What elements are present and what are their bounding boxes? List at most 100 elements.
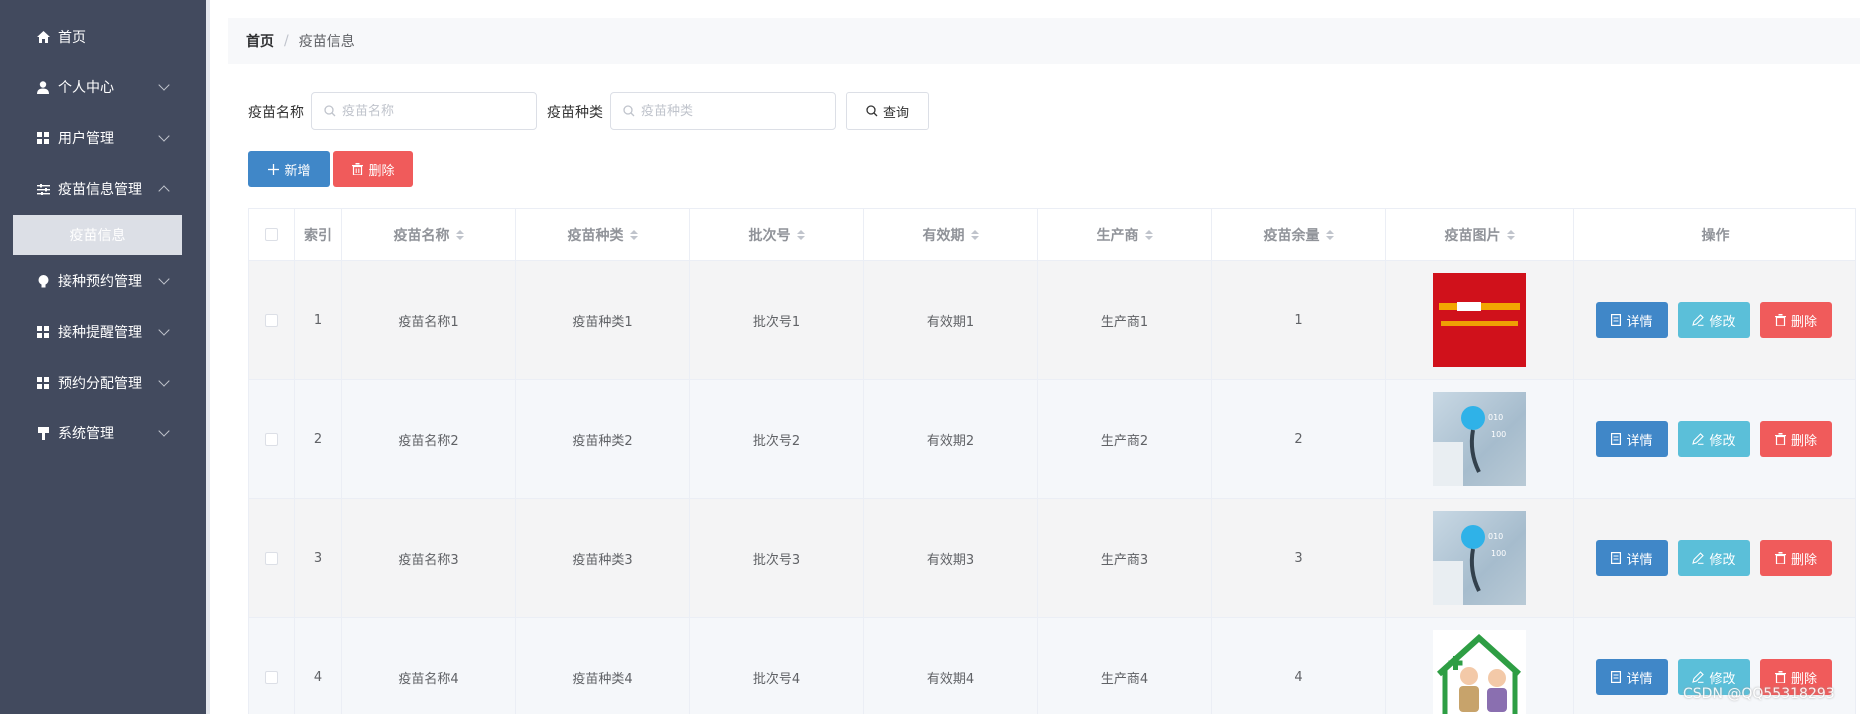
vaccine-name-field[interactable]	[311, 92, 537, 130]
sidebar-item-system-management[interactable]: 系统管理	[0, 408, 206, 458]
edit-icon	[1692, 433, 1705, 445]
cell-vaccine-type: 疫苗种类4	[516, 618, 690, 714]
delete-button[interactable]: 删除	[1760, 421, 1832, 457]
header-batch[interactable]: 批次号	[690, 209, 864, 260]
svg-text:010: 010	[1488, 413, 1503, 422]
chevron-down-icon	[158, 130, 170, 142]
detail-button-label: 详情	[1626, 433, 1653, 449]
sidebar-subitem-vaccine-info[interactable]: 疫苗信息	[13, 215, 182, 255]
search-icon	[324, 105, 336, 117]
header-image[interactable]: 疫苗图片	[1386, 209, 1574, 260]
sidebar: 首页 个人中心 用户管理 疫苗信息管理 疫苗信息 接种预约管理 接种提醒管理 预…	[0, 0, 206, 714]
header-vaccine-type[interactable]: 疫苗种类	[516, 209, 690, 260]
trash-icon	[351, 163, 363, 175]
sidebar-item-label: 首页	[58, 30, 86, 46]
delete-button[interactable]: 删除	[1760, 540, 1832, 576]
sidebar-item-reminder-management[interactable]: 接种提醒管理	[0, 307, 206, 357]
header-vaccine-name[interactable]: 疫苗名称	[342, 209, 516, 260]
cell-batch: 批次号3	[690, 499, 864, 617]
vaccine-type-label: 疫苗种类	[547, 105, 603, 121]
cell-stock: 2	[1212, 380, 1386, 498]
row-checkbox[interactable]	[265, 670, 278, 684]
vaccine-table: 索引 疫苗名称 疫苗种类 批次号 有效期 生产商 疫苗余量 疫苗图片 操作 1 …	[248, 208, 1856, 714]
sort-icon[interactable]	[1506, 229, 1515, 240]
header-actions: 操作	[1574, 209, 1855, 260]
table-row: 2 疫苗名称2 疫苗种类2 批次号2 有效期2 生产商2 2 010 100 详…	[249, 380, 1855, 499]
sort-icon[interactable]	[1325, 229, 1334, 240]
sidebar-item-personal-center[interactable]: 个人中心	[0, 62, 206, 112]
detail-button-label: 详情	[1626, 552, 1653, 568]
header-manufacturer[interactable]: 生产商	[1038, 209, 1212, 260]
vaccine-name-input[interactable]	[342, 103, 522, 119]
header-expiry[interactable]: 有效期	[864, 209, 1038, 260]
vaccine-image[interactable]: 010 100	[1433, 392, 1526, 486]
add-button[interactable]: 新增	[248, 151, 330, 187]
header-label: 操作	[1701, 227, 1730, 244]
cell-vaccine-name: 疫苗名称3	[342, 499, 516, 617]
header-label: 疫苗余量	[1263, 227, 1320, 244]
vaccine-name-label: 疫苗名称	[248, 105, 304, 121]
plus-icon	[267, 163, 279, 175]
edit-button[interactable]: 修改	[1678, 421, 1750, 457]
header-label: 疫苗种类	[567, 227, 624, 244]
sort-icon[interactable]	[970, 229, 979, 240]
cell-expiry: 有效期3	[864, 499, 1038, 617]
batch-delete-button-label: 删除	[368, 163, 395, 179]
sliders-icon	[36, 182, 50, 196]
cell-batch: 批次号2	[690, 380, 864, 498]
chevron-down-icon	[158, 273, 170, 285]
row-checkbox[interactable]	[265, 551, 278, 565]
detail-button-label: 详情	[1626, 314, 1653, 330]
edit-button[interactable]: 修改	[1678, 302, 1750, 338]
sort-icon[interactable]	[629, 229, 638, 240]
cell-index: 4	[295, 618, 342, 714]
batch-delete-button[interactable]: 删除	[333, 151, 413, 187]
vaccine-type-input[interactable]	[641, 103, 821, 119]
cell-manufacturer: 生产商4	[1038, 618, 1212, 714]
sidebar-item-label: 用户管理	[58, 131, 114, 147]
vaccine-type-field[interactable]	[610, 92, 836, 130]
detail-button[interactable]: 详情	[1596, 302, 1668, 338]
row-checkbox[interactable]	[265, 313, 278, 327]
header-stock[interactable]: 疫苗余量	[1212, 209, 1386, 260]
table-row: 4 疫苗名称4 疫苗种类4 批次号4 有效期4 生产商4 4 详情 修改 删除	[249, 618, 1855, 714]
detail-button[interactable]: 详情	[1596, 540, 1668, 576]
sidebar-item-appointment-management[interactable]: 接种预约管理	[0, 256, 206, 306]
query-button[interactable]: 查询	[846, 92, 929, 130]
cell-index: 2	[295, 380, 342, 498]
sidebar-item-user-management[interactable]: 用户管理	[0, 113, 206, 163]
row-select-cell	[249, 618, 295, 714]
delete-button-label: 删除	[1790, 433, 1817, 449]
cell-vaccine-type: 疫苗种类3	[516, 499, 690, 617]
select-all-checkbox[interactable]	[265, 228, 278, 241]
header-label: 索引	[304, 227, 332, 244]
detail-button-label: 详情	[1626, 671, 1653, 687]
sidebar-item-allocation-management[interactable]: 预约分配管理	[0, 358, 206, 408]
edit-button[interactable]: 修改	[1678, 540, 1750, 576]
delete-button[interactable]: 删除	[1760, 302, 1832, 338]
row-checkbox[interactable]	[265, 432, 278, 446]
vaccine-image[interactable]	[1433, 630, 1526, 714]
document-icon	[1611, 314, 1622, 326]
add-button-label: 新增	[284, 163, 311, 179]
breadcrumb-separator: /	[284, 33, 289, 49]
edit-button-label: 修改	[1709, 433, 1736, 449]
trash-icon	[1774, 314, 1786, 326]
search-icon	[866, 105, 878, 117]
sort-icon[interactable]	[1144, 229, 1153, 240]
detail-button[interactable]: 详情	[1596, 659, 1668, 695]
document-icon	[1611, 671, 1622, 683]
cell-image	[1386, 618, 1574, 714]
svg-text:100: 100	[1491, 430, 1506, 439]
sort-icon[interactable]	[796, 229, 805, 240]
row-select-cell	[249, 499, 295, 617]
breadcrumb-home[interactable]: 首页	[246, 31, 274, 51]
vaccine-image[interactable]: 010 100	[1433, 511, 1526, 605]
vaccine-image[interactable]	[1433, 273, 1526, 367]
sort-icon[interactable]	[455, 229, 464, 240]
sidebar-item-home[interactable]: 首页	[0, 12, 206, 62]
detail-button[interactable]: 详情	[1596, 421, 1668, 457]
cell-expiry: 有效期1	[864, 261, 1038, 379]
delete-button-label: 删除	[1790, 552, 1817, 568]
sidebar-item-vaccine-management[interactable]: 疫苗信息管理	[0, 164, 206, 214]
